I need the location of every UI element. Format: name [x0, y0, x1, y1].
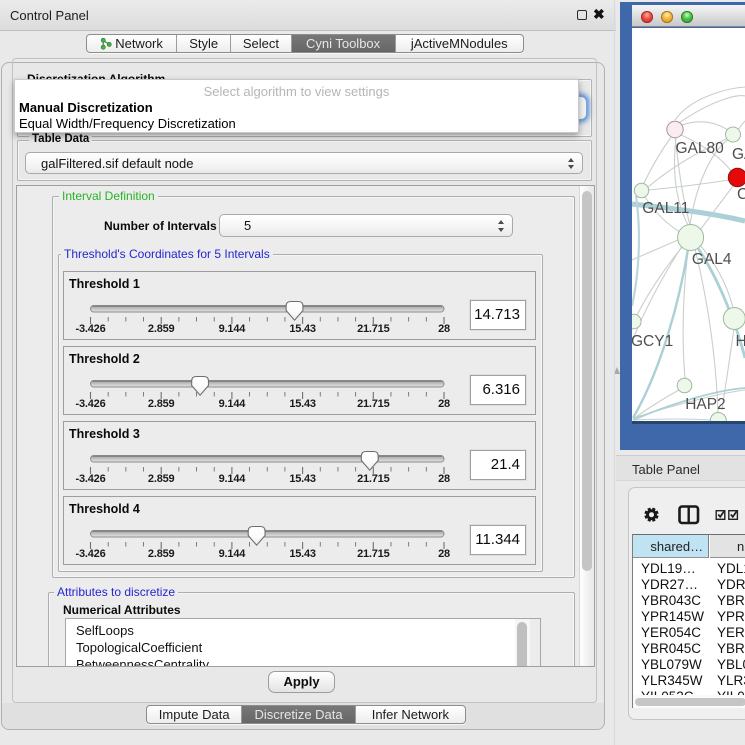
svg-text:GCY1: GCY1: [632, 333, 673, 350]
svg-text:GAL11: GAL11: [642, 200, 689, 217]
svg-text:GA: GA: [732, 146, 745, 163]
svg-text:HAP2: HAP2: [685, 396, 726, 413]
svg-text:GAL4: GAL4: [692, 251, 732, 268]
svg-text:H: H: [736, 333, 745, 350]
svg-text:C: C: [737, 186, 745, 203]
svg-text:GAL80: GAL80: [676, 140, 725, 157]
